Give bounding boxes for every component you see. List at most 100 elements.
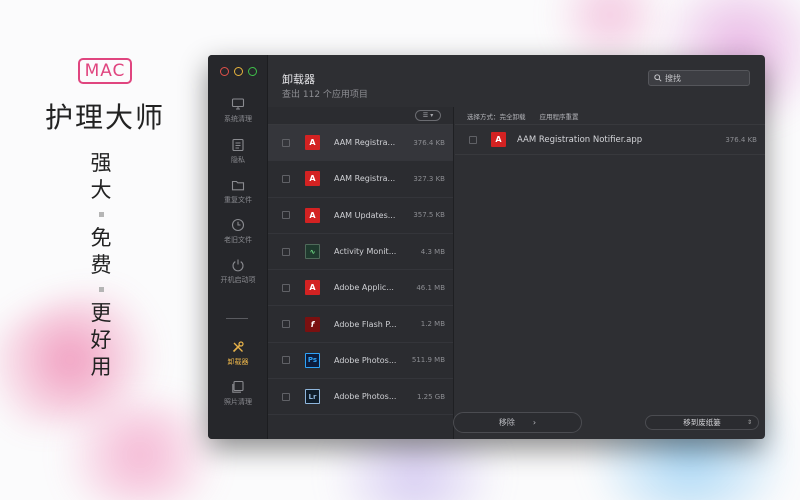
app-name: AAM Updates... (334, 210, 396, 220)
activity-monitor-icon: ∿ (305, 244, 320, 260)
brand-name: 护理大师 (44, 101, 165, 134)
search-input[interactable] (665, 73, 745, 83)
app-checkbox[interactable] (282, 392, 290, 401)
tools-icon (232, 341, 244, 353)
flash-icon: f (305, 316, 320, 332)
monitor-icon (231, 98, 245, 110)
detail-item-name: AAM Registration Notifier.app (517, 134, 643, 145)
app-checkbox[interactable] (282, 320, 290, 329)
chevron-updown-icon: ⇕ (746, 419, 752, 426)
app-size: 4.3 MB (420, 247, 445, 256)
app-list: ☰ ▾ A AAM Registra... 376.4 KB A AAM Reg… (268, 107, 454, 439)
app-list-item[interactable]: Ps Adobe Photos... 511.9 MB (268, 343, 453, 380)
sidebar-item-label: 开机启动项 (220, 276, 256, 284)
sidebar-item-system-clean[interactable]: 系统清理 (208, 97, 268, 133)
app-name: Adobe Applic... (334, 283, 394, 293)
slogan-char: 费 (90, 253, 112, 277)
sidebar-item-photos[interactable]: 照片清理 (208, 380, 268, 416)
promo-panel: MAC 护理大师 强 大 免 费 更 好 用 (0, 0, 208, 500)
lightroom-icon: Lr (305, 389, 320, 405)
slogan-char: 更 (90, 301, 112, 325)
trash-select-label: 移到废纸篓 (683, 418, 721, 427)
sidebar-item-privacy[interactable]: 隐私 (208, 138, 268, 174)
app-name: Adobe Photos... (334, 355, 397, 365)
app-list-item[interactable]: f Adobe Flash P... 1.2 MB (268, 306, 453, 343)
app-list-item[interactable]: A AAM Registra... 327.3 KB (268, 161, 453, 198)
sort-button[interactable]: ☰ ▾ (415, 110, 441, 121)
minimize-window-button[interactable] (234, 67, 243, 76)
slogan-dot (98, 287, 104, 292)
list-icon (232, 138, 244, 152)
uninstall-mode-bar: 选择方式：完全卸载 应用程序重置 (455, 107, 765, 125)
app-size: 376.4 KB (413, 138, 445, 147)
adobe-icon: A (305, 135, 320, 151)
slogan-char: 好 (90, 328, 112, 352)
adobe-icon: A (305, 207, 320, 223)
app-checkbox[interactable] (282, 247, 290, 256)
zoom-window-button[interactable] (248, 67, 257, 76)
detail-pane: 选择方式：完全卸载 应用程序重置 A AAM Registration Noti… (455, 107, 765, 439)
clock-icon (231, 218, 245, 232)
mode-label: 选择方式： (467, 112, 500, 121)
app-name: Adobe Photos... (334, 392, 397, 402)
slogan-char: 免 (90, 226, 112, 250)
app-checkbox[interactable] (282, 174, 290, 183)
app-size: 511.9 MB (411, 356, 445, 365)
sidebar-item-label: 老旧文件 (224, 236, 252, 244)
app-name: Activity Monit... (334, 247, 397, 257)
sidebar-item-label: 卸载器 (227, 358, 249, 366)
app-size: 357.5 KB (413, 211, 445, 220)
app-name: AAM Registra... (334, 138, 396, 148)
mode-full-uninstall[interactable]: 完全卸载 (500, 113, 526, 121)
app-checkbox[interactable] (282, 211, 290, 220)
power-icon (232, 259, 244, 272)
app-list-item[interactable]: A AAM Updates... 357.5 KB (268, 198, 453, 234)
detail-checkbox[interactable] (469, 135, 477, 144)
chevron-down-icon: ▾ (430, 112, 434, 119)
adobe-icon: A (305, 280, 320, 296)
sidebar-item-old-files[interactable]: 老旧文件 (208, 218, 268, 254)
app-checkbox[interactable] (282, 138, 290, 147)
list-toolbar: ☰ ▾ (268, 107, 453, 125)
app-size: 327.3 KB (413, 174, 445, 183)
mac-badge: MAC (78, 58, 132, 84)
close-window-button[interactable] (220, 67, 229, 76)
slogan-char: 用 (90, 355, 112, 379)
app-list-item[interactable]: A AAM Registra... 376.4 KB (268, 125, 453, 162)
slogan-char: 强 (90, 151, 112, 175)
sidebar-item-duplicates[interactable]: 重复文件 (208, 178, 268, 214)
app-size: 1.25 GB (416, 392, 445, 401)
sidebar-item-label: 隐私 (231, 156, 245, 164)
mode-app-reset[interactable]: 应用程序重置 (540, 111, 579, 121)
photos-icon (232, 380, 244, 393)
app-list-item[interactable]: ∿ Activity Monit... 4.3 MB (268, 234, 453, 271)
app-checkbox[interactable] (282, 283, 290, 292)
sidebar-item-uninstaller[interactable]: 卸载器 (208, 340, 268, 376)
move-to-trash-select[interactable]: 移到废纸篓 ⇕ (645, 415, 759, 430)
app-list-item[interactable]: Lr Adobe Photos... 1.25 GB (268, 379, 453, 416)
app-checkbox[interactable] (282, 356, 290, 365)
detail-list-item[interactable]: A AAM Registration Notifier.app 376.4 KB (455, 125, 765, 155)
detail-item-size: 376.4 KB (725, 135, 757, 144)
list-icon: ☰ (422, 112, 429, 119)
slogan-char: 大 (90, 178, 112, 202)
sidebar-item-label: 系统清理 (224, 115, 252, 123)
remove-button[interactable]: 移除 › (453, 412, 582, 433)
search-icon (654, 74, 662, 82)
page-title: 卸载器 (282, 73, 315, 86)
page-subtitle: 查出 112 个应用项目 (282, 90, 368, 100)
app-name: Adobe Flash P... (334, 319, 397, 329)
window-controls (220, 67, 257, 76)
app-list-item[interactable]: A Adobe Applic... 46.1 MB (268, 270, 453, 307)
app-size: 46.1 MB (416, 283, 445, 292)
sidebar-divider (226, 318, 248, 319)
app-size: 1.2 MB (420, 320, 445, 329)
folder-icon (231, 180, 245, 191)
search-box[interactable] (648, 70, 750, 86)
sidebar-item-label: 重复文件 (224, 196, 252, 204)
photoshop-icon: Ps (305, 352, 320, 368)
sidebar-item-startup[interactable]: 开机启动项 (208, 258, 268, 294)
adobe-icon: A (305, 171, 320, 187)
app-window: 系统清理 隐私 重复文件 老旧文件 开机启动项 卸载器 照片清理 卸载器 查出 … (208, 55, 765, 439)
app-name: AAM Registra... (334, 174, 396, 184)
